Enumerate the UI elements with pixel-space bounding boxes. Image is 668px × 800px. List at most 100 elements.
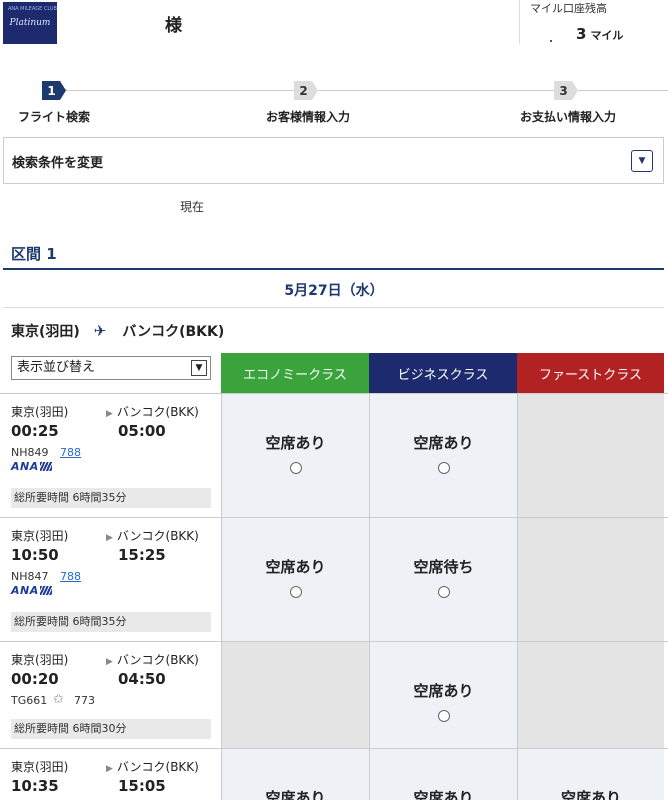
step-3-number: 3 [554, 81, 578, 100]
total-duration: 総所要時間 6時間30分 [11, 719, 211, 739]
flight-destination: バンコク(BKK) [116, 653, 199, 667]
step-connector [578, 90, 668, 91]
flight-destination: バンコク(BKK) [116, 529, 199, 543]
flight-destination-wrap: ▶ バンコク(BKK) [106, 403, 199, 420]
aircraft-link[interactable]: 788 [60, 446, 81, 459]
departure-time: 00:20 [11, 670, 59, 688]
flight-origin: 東京(羽田) [11, 405, 69, 419]
ana-logo: ANA [11, 584, 52, 597]
seat-status: 空席あり [265, 558, 326, 576]
step-3-label: お支払い情報入力 [520, 110, 617, 124]
flight-destination-wrap: ▶ バンコク(BKK) [106, 758, 199, 775]
step-1-label: フライト検索 [18, 110, 91, 124]
miles-tick [550, 40, 552, 42]
logo-small-text: ANA MILEAGE CLUB [8, 6, 57, 12]
header: ANA MILEAGE CLUB Platinum 様 マイル口座残高 3 マイル [0, 0, 668, 52]
segment-divider [3, 268, 664, 270]
miles-balance: マイル口座残高 3 マイル [519, 0, 668, 44]
ana-logo-stripes [39, 586, 52, 595]
aircraft-link[interactable]: 788 [60, 570, 81, 583]
seat-radio[interactable] [437, 710, 450, 722]
seat-status: 空席あり [413, 682, 474, 700]
seat-status: 空席待ち [413, 558, 474, 576]
triangle-right-icon: ▶ [106, 764, 113, 774]
route-to: バンコク(BKK) [122, 324, 225, 340]
airplane-icon: ✈ [93, 322, 107, 340]
logo-text: Platinum [9, 18, 51, 28]
flight-row: 東京(羽田) ▶ バンコク(BKK) 00:25 05:00 NH849 788 ANA 総所要… [0, 393, 668, 517]
ana-logo-text: ANA [11, 584, 39, 597]
seat-cell-first [517, 394, 664, 517]
chevron-down-icon[interactable]: ▼ [631, 150, 653, 172]
flight-number: TG661 [11, 694, 48, 707]
seat-cell-first [517, 518, 664, 641]
seat-cell-economy [221, 642, 369, 748]
seat-status: 空席あり [265, 434, 326, 452]
flight-row: 東京(羽田) ▶ バンコク(BKK) 10:50 15:25 NH847 788 ANA 総所要… [0, 517, 668, 641]
route-from: 東京(羽田) [11, 324, 80, 340]
class-header-economy: エコノミークラス [221, 353, 369, 393]
step-connector [318, 90, 554, 91]
seat-cell-economy[interactable]: 空席あり [221, 518, 369, 641]
step-2-label: お客様情報入力 [266, 110, 351, 124]
seat-cell-business[interactable]: 空席待ち [369, 518, 517, 641]
ana-logo-stripes [39, 462, 52, 471]
route-heading: 東京(羽田) ✈ バンコク(BKK) [11, 321, 224, 341]
flight-number: NH847 [11, 570, 49, 583]
total-duration: 総所要時間 6時間35分 [11, 612, 211, 632]
seat-radio[interactable] [289, 586, 302, 598]
seat-status: 空席あり [413, 789, 474, 800]
seat-radio[interactable] [437, 586, 450, 598]
sort-select[interactable]: 表示並び替え ▼ [11, 356, 211, 380]
flight-row: 東京(羽田) ▶ バンコク(BKK) 10:35 15:05 空席あり 空席あり 空席あり [0, 748, 668, 800]
flight-number: NH849 [11, 446, 49, 459]
triangle-right-icon: ▶ [106, 657, 113, 667]
miles-unit: マイル [590, 29, 624, 42]
seat-cell-economy[interactable]: 空席あり [221, 394, 369, 517]
seat-cell-business[interactable]: 空席あり [369, 749, 517, 800]
date-divider [3, 307, 664, 308]
chevron-down-icon[interactable]: ▼ [191, 360, 207, 376]
arrival-time: 04:50 [118, 670, 166, 688]
class-header-first: ファーストクラス [517, 353, 664, 393]
flight-date: 5月27日（水） [284, 283, 384, 299]
total-duration: 総所要時間 6時間35分 [11, 488, 211, 508]
search-conditions-panel[interactable]: 検索条件を変更 ▼ [3, 137, 664, 184]
miles-value-wrap: 3 マイル [576, 25, 623, 43]
arrival-time: 15:25 [118, 546, 166, 564]
sort-select-label: 表示並び替え [17, 360, 96, 375]
flight-destination-wrap: ▶ バンコク(BKK) [106, 651, 199, 668]
seat-cell-business[interactable]: 空席あり [369, 642, 517, 748]
flight-destination: バンコク(BKK) [116, 760, 199, 774]
departure-time: 00:25 [11, 422, 59, 440]
flight-destination: バンコク(BKK) [116, 405, 199, 419]
departure-time: 10:35 [11, 777, 59, 795]
search-conditions-title: 検索条件を変更 [12, 156, 104, 171]
miles-value: 3 [576, 25, 587, 43]
seat-status: 空席あり [413, 434, 474, 452]
flight-destination-wrap: ▶ バンコク(BKK) [106, 527, 199, 544]
ana-logo: ANA [11, 460, 52, 473]
class-header-business: ビジネスクラス [369, 353, 517, 393]
seat-radio[interactable] [437, 462, 450, 474]
platinum-logo: ANA MILEAGE CLUB Platinum [3, 2, 57, 44]
seat-cell-business[interactable]: 空席あり [369, 394, 517, 517]
ana-logo-text: ANA [11, 460, 39, 473]
seat-cell-economy[interactable]: 空席あり [221, 749, 369, 800]
seat-radio[interactable] [289, 462, 302, 474]
step-1-number: 1 [42, 81, 66, 100]
seat-cell-first[interactable]: 空席あり [517, 749, 664, 800]
flight-origin: 東京(羽田) [11, 760, 69, 774]
miles-label: マイル口座残高 [530, 2, 607, 15]
seat-cell-first [517, 642, 664, 748]
flight-origin: 東京(羽田) [11, 529, 69, 543]
triangle-right-icon: ▶ [106, 533, 113, 543]
aircraft-type: 773 [74, 694, 95, 707]
progress-stepper: 1 フライト検索 2 お客様情報入力 3 お支払い情報入力 [0, 80, 668, 130]
segment-title: 区間 1 [11, 245, 57, 263]
flight-origin: 東京(羽田) [11, 653, 69, 667]
current-label: 現在 [180, 200, 205, 214]
arrival-time: 15:05 [118, 777, 166, 795]
step-connector [64, 90, 294, 91]
flight-row: 東京(羽田) ▶ バンコク(BKK) 00:20 04:50 TG661 ✩ 773 総所要時間… [0, 641, 668, 748]
